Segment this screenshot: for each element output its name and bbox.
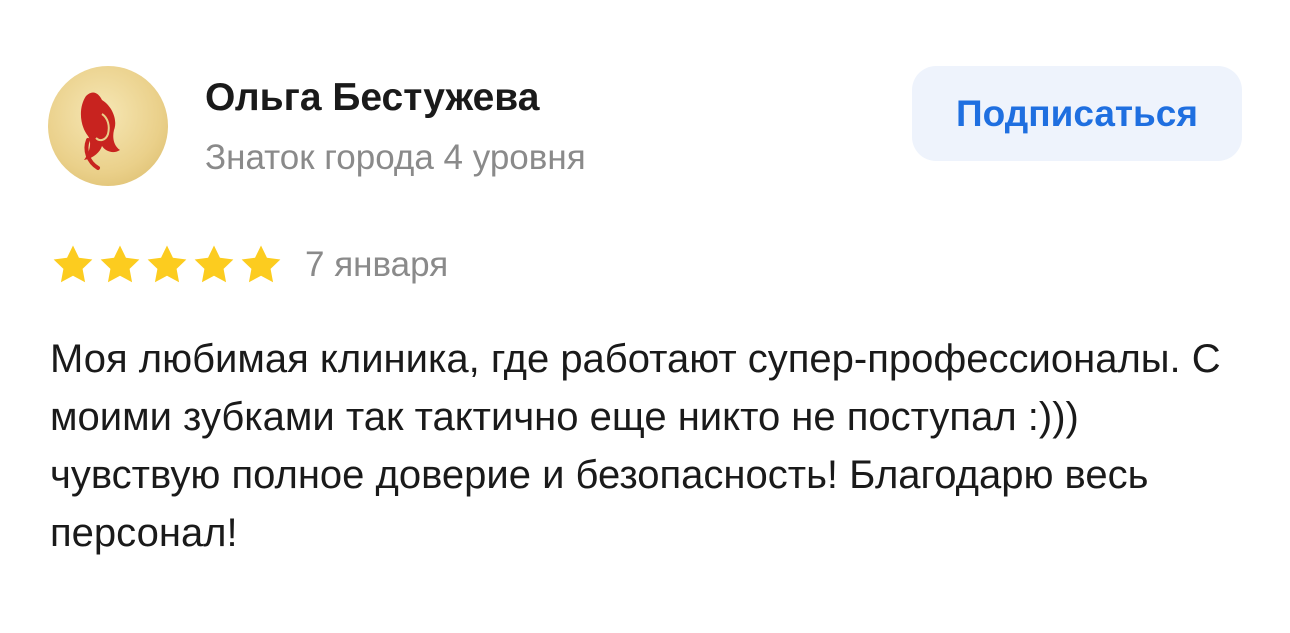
- woman-silhouette-icon: [80, 92, 120, 170]
- rating-stars: [50, 242, 285, 288]
- star-icon: [100, 245, 140, 283]
- rating-row: 7 января: [50, 240, 448, 290]
- author-avatar[interactable]: [48, 66, 168, 186]
- review-date: 7 января: [305, 245, 449, 284]
- star-icon: [53, 245, 93, 283]
- subscribe-button[interactable]: Подписаться: [912, 66, 1242, 161]
- author-level: Знаток города 4 уровня: [205, 138, 586, 177]
- star-icon: [194, 245, 234, 283]
- star-icon: [241, 245, 281, 283]
- review-text: Моя любимая клиника, где работают супер-…: [50, 337, 1221, 555]
- star-icon: [147, 245, 187, 283]
- author-name[interactable]: Ольга Бестужева: [205, 76, 539, 120]
